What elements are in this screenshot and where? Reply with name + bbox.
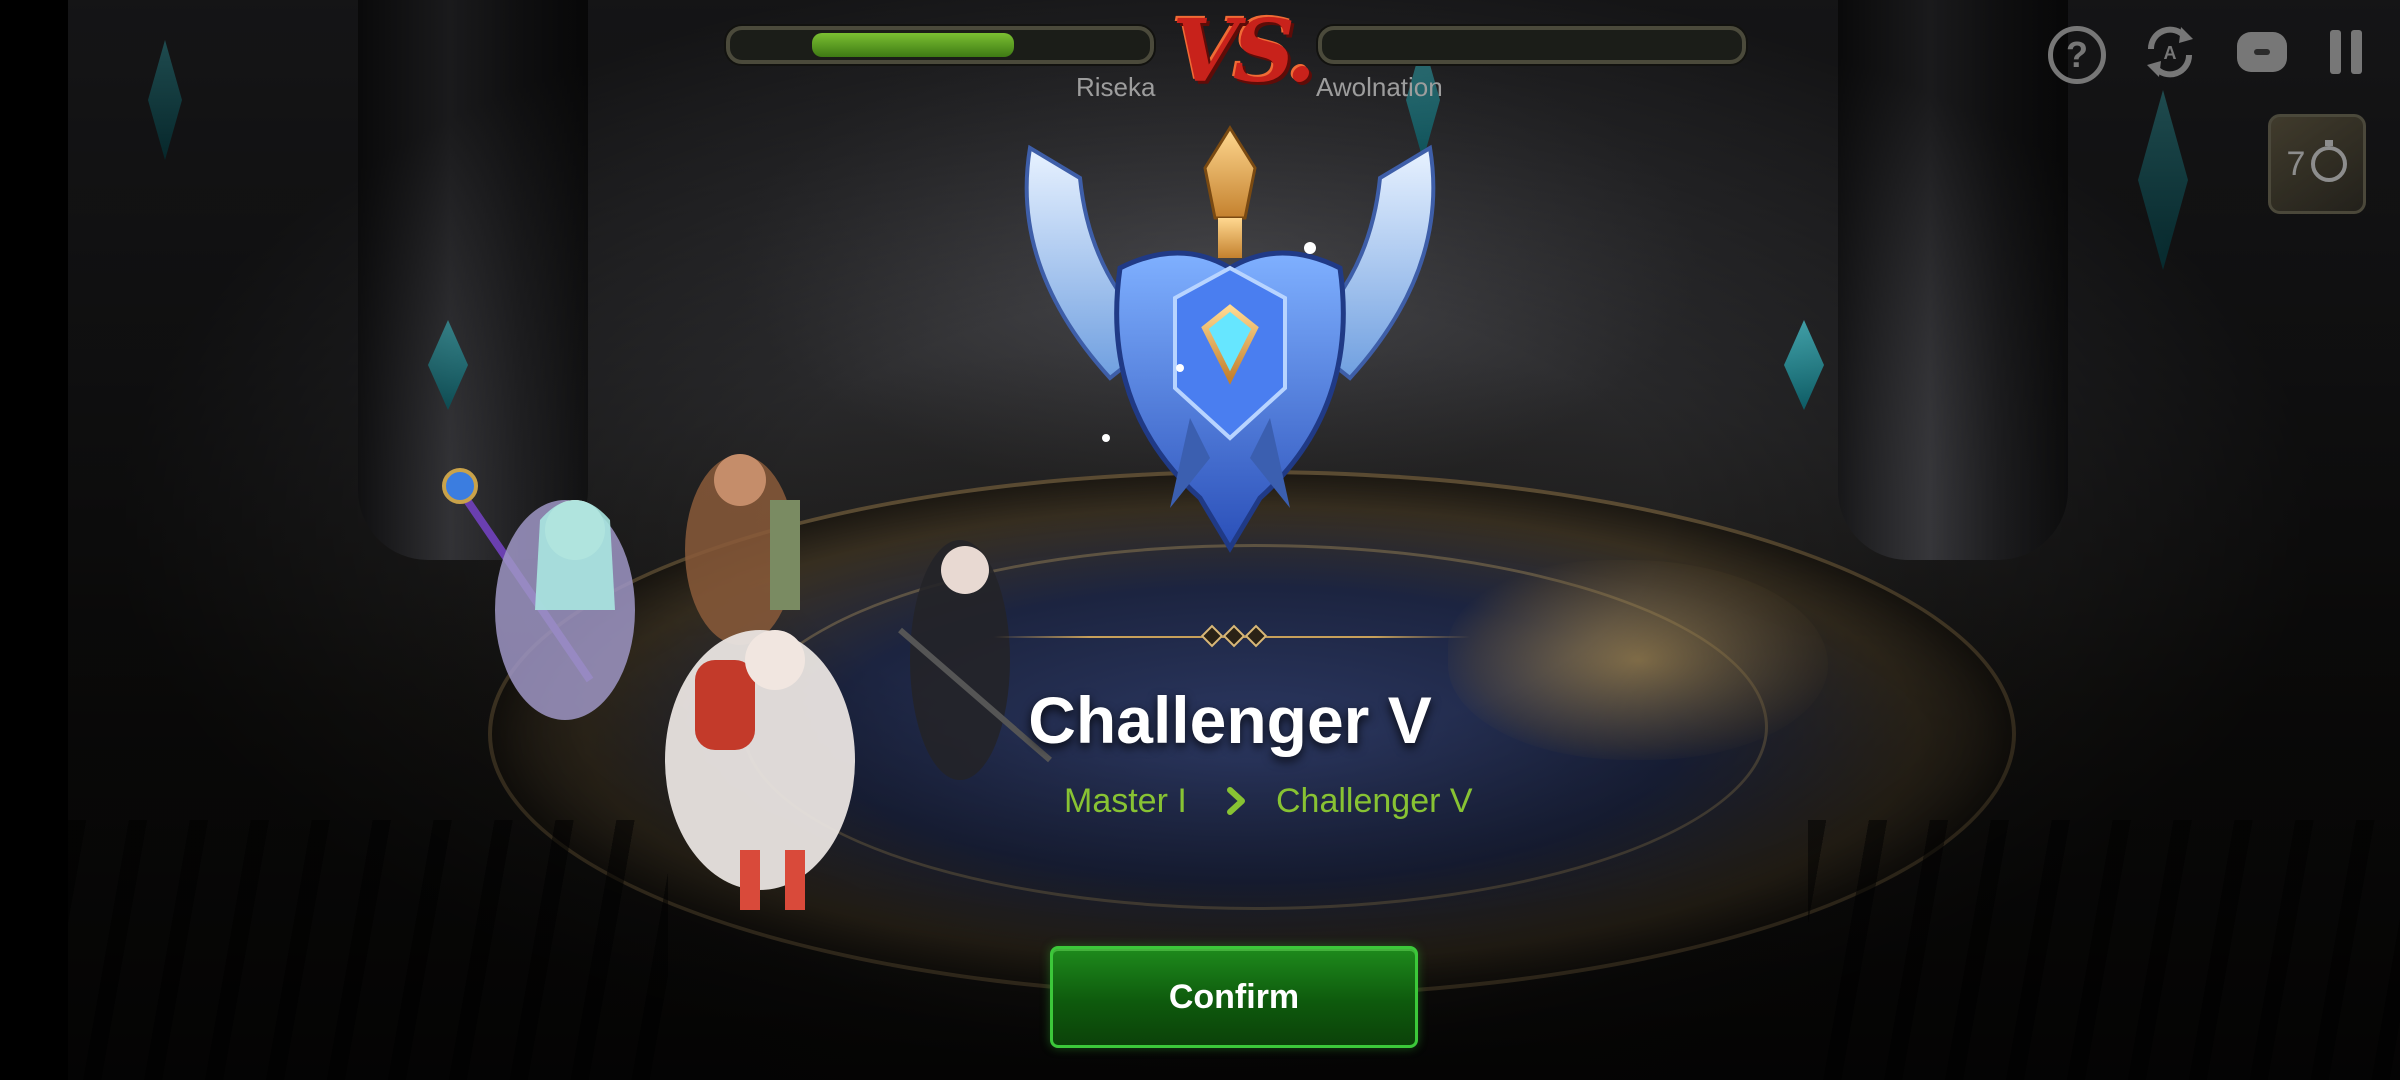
confirm-button[interactable]: Confirm [1050,946,1418,1048]
pause-icon [2330,30,2362,74]
rank-title: Challenger V [1028,683,1432,757]
vs-label: VS. [1172,1,1316,102]
confirm-label: Confirm [1168,977,1300,1016]
challenger-rank-emblem [1024,125,1436,553]
svg-text:A: A [2164,43,2177,63]
staff-orb [442,468,478,504]
question-circle-icon: ? [2066,34,2088,75]
left-team-hp-fill [812,33,1014,57]
hero-dancer-head [714,454,766,506]
left-black-bar [0,0,68,1080]
previous-rank: Master I [1064,782,1187,820]
right-player-name: Awolnation [1316,72,1443,102]
hero-knight-head [745,630,805,690]
help-button[interactable]: ? [2048,26,2106,84]
auto-battle-button[interactable]: A [2140,22,2200,82]
left-team-hp-bar [726,26,1154,64]
speed-value: 7 [2286,144,2306,183]
new-rank: Challenger V [1276,782,1473,820]
right-team-hp-bar [1318,26,1746,64]
auto-cycle-icon: A [2147,26,2193,78]
hero-mage-hair [535,500,615,610]
title-divider [994,624,1470,648]
hero-dancer-shield [770,500,800,610]
hero-dark-warrior-head [941,546,989,594]
left-player-name: Riseka [1076,72,1156,102]
hero-knight-leg [740,850,760,910]
pause-button[interactable] [2316,22,2376,82]
hero-knight-leg [785,850,805,910]
battle-speed-button[interactable]: 7 [2268,114,2366,214]
chat-button[interactable] [2232,22,2292,82]
stopwatch-icon [2311,140,2348,182]
hero-knight-shield [695,660,755,750]
chat-bubble-icon [2237,32,2287,72]
chevron-right-icon [1227,787,1245,815]
